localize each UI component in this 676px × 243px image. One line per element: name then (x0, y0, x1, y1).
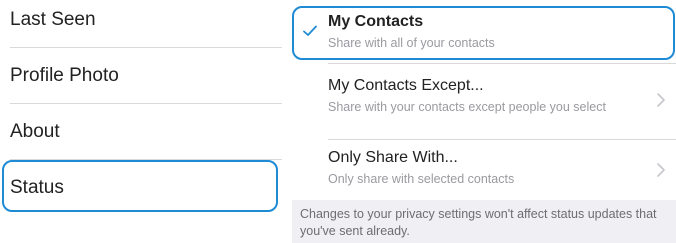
divider (328, 63, 676, 64)
option-subtitle: Share with your contacts except people y… (328, 100, 606, 114)
option-my-contacts-except[interactable]: My Contacts Except... Share with your co… (292, 76, 676, 116)
chevron-right-icon (656, 92, 666, 111)
chevron-right-icon (656, 162, 666, 181)
selected-option-highlight (292, 6, 675, 60)
privacy-item-about[interactable]: About (0, 104, 282, 160)
option-title: My Contacts Except... (328, 77, 484, 94)
privacy-settings-list: Last Seen Profile Photo About Status (0, 0, 282, 243)
privacy-item-label: Last Seen (10, 9, 96, 30)
status-privacy-panel: My Contacts Share with all of your conta… (292, 0, 676, 243)
privacy-item-label: About (10, 121, 60, 142)
option-subtitle: Only share with selected contacts (328, 172, 515, 186)
option-only-share-with[interactable]: Only Share With... Only share with selec… (292, 148, 676, 188)
privacy-item-label: Profile Photo (10, 65, 119, 86)
option-title: Only Share With... (328, 149, 458, 166)
privacy-item-last-seen[interactable]: Last Seen (0, 0, 282, 48)
privacy-footer-note: Changes to your privacy settings won't a… (300, 207, 657, 238)
divider (328, 139, 676, 140)
selected-item-highlight (2, 160, 278, 212)
privacy-item-profile-photo[interactable]: Profile Photo (0, 48, 282, 104)
